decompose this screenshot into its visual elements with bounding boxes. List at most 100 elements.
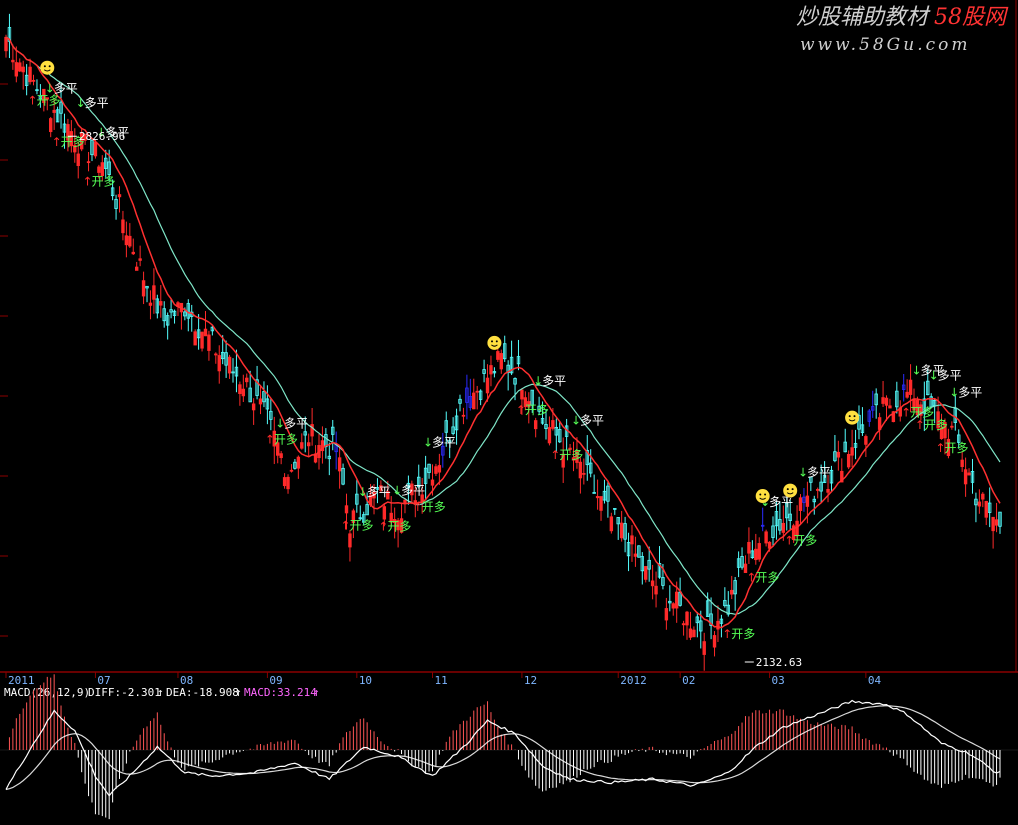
candle-body xyxy=(238,384,242,394)
candle-body xyxy=(124,235,129,246)
buy-signal-label: 开多 xyxy=(559,448,583,462)
candle-body xyxy=(908,379,913,395)
smiley-face-icon xyxy=(487,335,502,350)
x-axis-tick-label: 10 xyxy=(359,674,372,687)
buy-signal-label: 开多 xyxy=(525,403,549,417)
candle-body xyxy=(805,495,810,507)
smiley-eye xyxy=(786,488,789,491)
candle-body xyxy=(286,476,290,490)
candle-body xyxy=(654,585,658,595)
candle-body xyxy=(582,472,586,475)
candle-body xyxy=(200,331,204,349)
ma-slow-line xyxy=(5,36,1001,615)
candle-body xyxy=(888,405,892,409)
sell-signal-label: 多平 xyxy=(85,96,109,110)
candle-body xyxy=(86,161,91,164)
candle-body xyxy=(117,194,122,198)
candle-body xyxy=(836,451,841,458)
candle-body xyxy=(551,420,555,429)
macd-diff-label: DIFF:-2.301 xyxy=(88,686,161,699)
watermark-title: 炒股辅助教材 xyxy=(796,5,931,30)
candle-body xyxy=(28,66,32,83)
candle-body xyxy=(967,472,971,476)
sell-signal-label: 多平 xyxy=(401,484,425,498)
candle-body xyxy=(141,280,146,297)
candle-body xyxy=(251,403,256,411)
candle-body xyxy=(950,425,954,428)
candle-body xyxy=(644,566,648,580)
smiley-face-icon xyxy=(783,483,798,498)
candle-body xyxy=(977,501,982,507)
price-grid xyxy=(0,83,8,637)
candle-body xyxy=(981,493,985,500)
candle-body xyxy=(461,414,466,417)
buy-signal-label: 开多 xyxy=(387,520,411,534)
buy-signal-label: 开多 xyxy=(350,519,374,533)
candle-body xyxy=(289,469,294,472)
candle-body xyxy=(403,499,407,504)
candle-body xyxy=(702,641,706,655)
candle-body xyxy=(864,436,868,445)
candle-body xyxy=(650,580,655,587)
candle-body xyxy=(671,603,675,609)
candle-body xyxy=(434,466,438,474)
candle-body xyxy=(520,389,524,400)
candle-body xyxy=(994,519,999,526)
candle-body xyxy=(692,629,696,638)
candle-body xyxy=(475,390,479,393)
buy-signal-label: 开多 xyxy=(793,534,817,548)
candle-body xyxy=(472,392,476,410)
candle-body xyxy=(227,356,232,374)
candle-body xyxy=(152,285,156,300)
diff-arrow-icon: ↑ xyxy=(157,686,164,699)
candle-body xyxy=(76,153,80,167)
x-axis: 2011 07 08 09 10 11 12 2012 02 03 04 xyxy=(5,672,882,687)
candle-body xyxy=(685,611,689,626)
smiley-face-icon xyxy=(755,489,770,504)
candle-body xyxy=(348,533,352,548)
candle-body xyxy=(991,516,995,532)
candle-body xyxy=(533,420,538,430)
sell-signal-label: 多平 xyxy=(580,414,604,428)
candle-body xyxy=(764,531,768,544)
macd-diff-line xyxy=(5,699,1001,797)
candle-body xyxy=(850,447,854,456)
candle-body xyxy=(258,398,263,405)
buy-signal-label: 开多 xyxy=(274,432,298,446)
candle-body xyxy=(688,628,693,638)
candle-body xyxy=(781,522,786,533)
candle-body xyxy=(674,591,679,609)
smiley-eye xyxy=(848,415,851,418)
macd-arrow-icon: ↑ xyxy=(313,686,320,699)
candle-body xyxy=(131,251,135,255)
candle-body xyxy=(496,351,500,360)
smiley-face-icon xyxy=(40,60,55,75)
smiley-eye xyxy=(43,65,46,68)
candle-body xyxy=(121,219,125,234)
candle-body xyxy=(282,477,287,487)
candle-body xyxy=(306,442,311,447)
candle-body xyxy=(159,301,163,306)
candle-body xyxy=(245,377,249,383)
macd-header: MACD(26,12,9) DIFF:-2.301 ↑ DEA:-18.908 … xyxy=(4,686,320,699)
candle-body xyxy=(214,353,218,356)
x-axis-tick-label: 04 xyxy=(868,674,882,687)
macd-value-label: MACD:33.214 xyxy=(244,686,317,699)
smiley-eye xyxy=(791,488,794,491)
candle-body xyxy=(747,541,751,554)
sell-signal-label: 多平 xyxy=(807,465,831,479)
stock-chart: ↑开多↓多平↑开多↓多平↑开多↓多平↑开多↓多平↑开多↓多平↑开多↓多平↑开多↓… xyxy=(0,0,1018,820)
candle-body xyxy=(730,589,734,595)
candle-body xyxy=(826,488,830,493)
candle-body xyxy=(630,535,634,545)
candle-body xyxy=(203,328,208,337)
smiley-eye xyxy=(48,65,51,68)
candle-body xyxy=(578,461,583,479)
candle-body xyxy=(241,388,246,397)
candle-body xyxy=(798,497,803,511)
candle-body xyxy=(18,62,22,72)
candle-body xyxy=(11,59,15,63)
candle-body xyxy=(337,457,342,472)
low-annotation: 2132.63 xyxy=(744,656,802,669)
candle-body xyxy=(217,355,221,372)
